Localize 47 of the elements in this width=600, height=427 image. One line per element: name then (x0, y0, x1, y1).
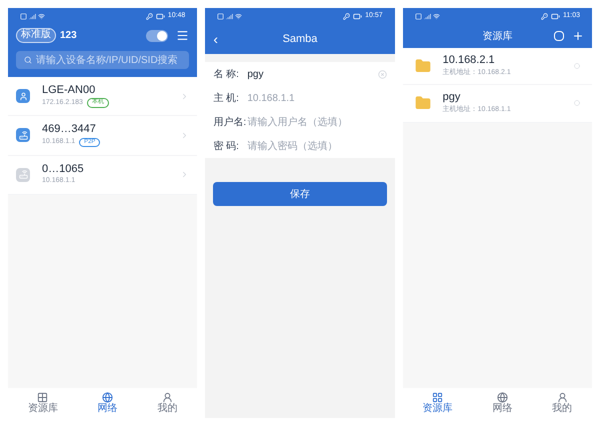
signal-wifi-icon (20, 12, 45, 20)
screen-title: Samba (282, 32, 318, 47)
search-field[interactable]: 请输入设备名称/IP/UID/SID搜索 (16, 51, 190, 69)
screen-title: 资源库 (482, 30, 512, 44)
edition-badge: 标准版 (16, 28, 56, 43)
device-name: LGE-AN00 (42, 84, 96, 98)
nav-tab[interactable]: 我的 (552, 392, 572, 414)
menu-icon[interactable] (176, 29, 190, 42)
field-label: 密 码: (213, 140, 240, 154)
nav-tab[interactable]: 网络 (492, 392, 512, 414)
folder-icon (414, 95, 431, 112)
back-button[interactable]: ‹ (213, 32, 218, 46)
input-field[interactable]: pgy (247, 66, 378, 82)
grid-icon (432, 392, 444, 403)
nav-tab[interactable]: 我的 (157, 392, 178, 414)
search-icon (24, 56, 32, 64)
nav-tab[interactable]: 资源库 (422, 392, 453, 414)
device-name: 469…3447 (42, 123, 97, 137)
grid-icon (37, 392, 48, 403)
battery-icon (353, 12, 362, 20)
user-icon (162, 392, 173, 403)
field-label: 名 称: (213, 68, 240, 82)
folder-icon (414, 58, 431, 74)
key-icon (540, 12, 548, 20)
account-name: 123 (60, 29, 77, 43)
field-label: 用户名: (213, 116, 248, 130)
nav-tab[interactable]: 资源库 (28, 392, 58, 414)
input-field[interactable]: 10.168.1.1 (247, 90, 387, 106)
field-label: 主 机: (213, 92, 240, 106)
key-icon (343, 12, 350, 20)
globe-icon (102, 392, 114, 403)
save-button[interactable]: 保存 (213, 182, 387, 206)
item-name: pgy (442, 91, 462, 105)
user-icon (556, 392, 568, 403)
input-field[interactable]: 请输入密码（选填） (247, 138, 387, 154)
signal-wifi-icon (414, 12, 440, 20)
battery-icon (550, 12, 560, 20)
globe-icon (496, 392, 508, 403)
toggle-switch[interactable] (146, 30, 168, 42)
device-name: 0…1065 (42, 162, 85, 176)
input-field[interactable]: 请输入用户名（选填） (247, 114, 387, 130)
battery-icon (156, 12, 165, 20)
signal-wifi-icon (217, 12, 242, 20)
item-name: 10.168.2.1 (442, 54, 496, 68)
nav-tab[interactable]: 网络 (98, 392, 118, 414)
add-icon[interactable] (572, 30, 584, 42)
key-icon (146, 12, 153, 20)
